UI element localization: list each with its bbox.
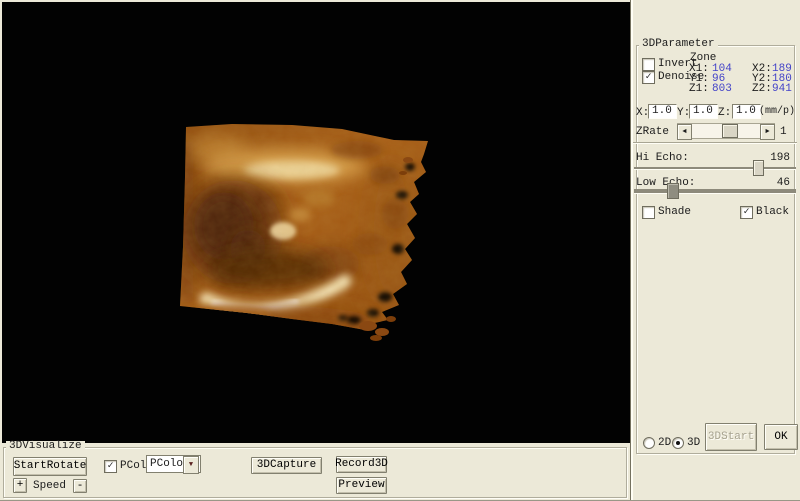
ultrasound-3d-app: 3DParameter ✓ Invert ✓ Denoise Zone X1: … [0, 0, 800, 501]
low-echo-label: Low Echo: [636, 178, 695, 189]
scroll-right-icon[interactable]: ► [760, 124, 775, 140]
parameter-group-title: 3DParameter [639, 39, 718, 50]
scale-unit-label: (mm/p) [759, 107, 795, 117]
scale-x-input[interactable]: 1.0 [648, 104, 677, 119]
radio-3d[interactable] [672, 437, 684, 449]
hi-echo-slider-thumb[interactable] [753, 160, 764, 176]
panel-separator [633, 142, 797, 144]
scale-y-input[interactable]: 1.0 [689, 104, 718, 119]
zrate-scrollbar[interactable]: ◄ ► [677, 123, 775, 139]
zone-z2-value: 941 [772, 84, 792, 95]
radio-3d-label: 3D [687, 438, 700, 449]
black-checkbox[interactable]: ✓ [740, 206, 753, 219]
dropdown-arrow-icon[interactable]: ▼ [183, 456, 199, 474]
check-icon: ✓ [107, 460, 113, 472]
radio-2d[interactable] [643, 437, 655, 449]
visualize-group-title: 3DVisualize [6, 441, 85, 452]
start-rotate-button[interactable]: StartRotate [13, 457, 87, 476]
radio-2d-label: 2D [658, 438, 671, 449]
low-echo-value: 46 [770, 178, 790, 189]
panel-divider [630, 0, 633, 500]
scroll-left-icon[interactable]: ◄ [677, 124, 692, 140]
shade-label: Shade [658, 207, 691, 218]
invert-checkbox[interactable]: ✓ [642, 58, 655, 71]
hi-echo-label: Hi Echo: [636, 153, 689, 164]
speed-minus-button[interactable]: - [73, 479, 87, 493]
check-icon: ✓ [645, 71, 651, 83]
ok-button[interactable]: OK [764, 424, 798, 450]
shade-checkbox[interactable]: ✓ [642, 206, 655, 219]
render-viewport[interactable] [2, 2, 630, 443]
scale-z-input[interactable]: 1.0 [732, 104, 761, 119]
black-label: Black [756, 207, 789, 218]
zone-z1-label: Z1: [689, 84, 709, 95]
start3d-button[interactable]: 3DStart [705, 423, 757, 451]
zrate-value: 1 [780, 127, 787, 138]
denoise-checkbox[interactable]: ✓ [642, 71, 655, 84]
speed-plus-button[interactable]: + [13, 478, 27, 493]
zone-z1-value: 803 [712, 84, 732, 95]
low-echo-slider-thumb[interactable] [667, 183, 679, 199]
speed-label: Speed [33, 481, 66, 492]
ultrasound-render [2, 2, 630, 443]
pcolor-checkbox[interactable]: ✓ [104, 460, 117, 473]
preview-button[interactable]: Preview [336, 477, 387, 494]
zrate-scroll-thumb[interactable] [722, 124, 738, 138]
zrate-label: ZRate [636, 127, 669, 138]
low-echo-slider-track[interactable] [634, 189, 796, 194]
check-icon: ✓ [743, 206, 749, 218]
record3d-button[interactable]: Record3D [336, 456, 387, 473]
capture3d-button[interactable]: 3DCapture [251, 457, 322, 474]
zone-z2-label: Z2: [752, 84, 772, 95]
hi-echo-value: 198 [770, 153, 790, 164]
hi-echo-slider-track[interactable] [634, 167, 796, 170]
scale-z-label: Z: [718, 108, 731, 119]
